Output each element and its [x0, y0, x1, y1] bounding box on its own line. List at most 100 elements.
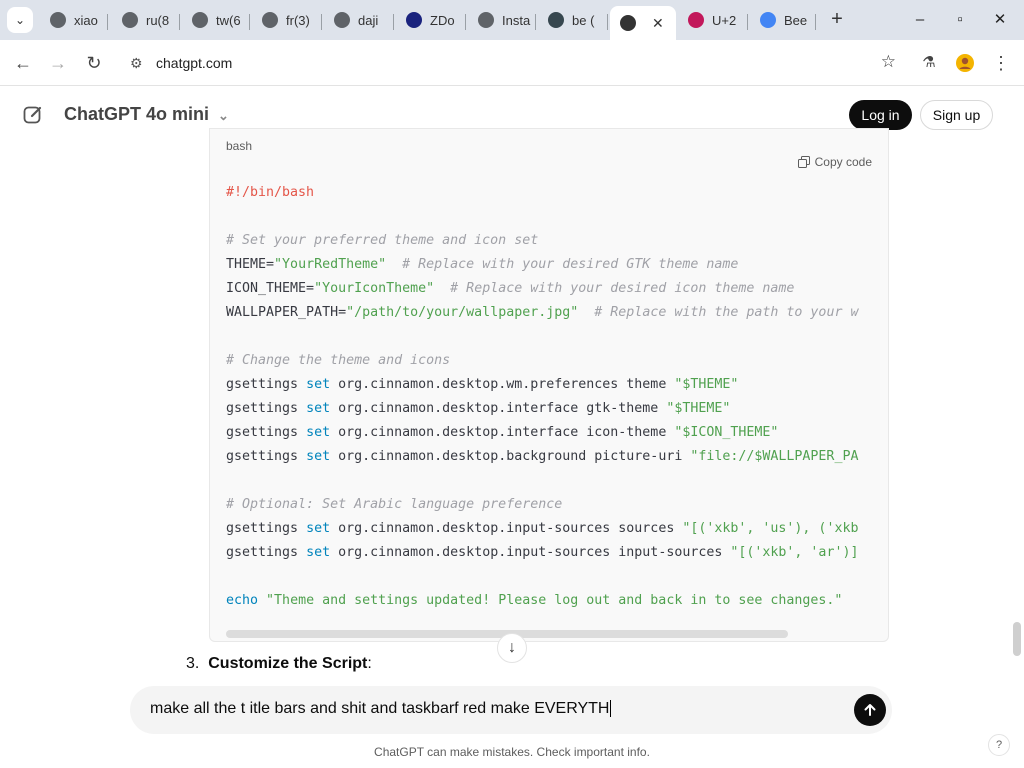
browser-tab[interactable]: be ( [538, 6, 608, 34]
browser-tab[interactable]: ✕ [610, 6, 676, 40]
browser-tab[interactable]: daji [324, 6, 394, 34]
code-line: gsettings set org.cinnamon.desktop.inter… [226, 401, 731, 416]
step-title: Customize the Script [208, 655, 368, 672]
tab-strip: ⌄ xiao ru(8 tw(6 fr(3) daji ZDo Insta be ( ✕ U+2 B… [0, 0, 1024, 40]
browser-tab[interactable]: U+2 [678, 6, 748, 34]
browser-toolbar: ← → ↻ ⚙ chatgpt.com ☆ ⚗ ⋮ [0, 40, 1024, 86]
page-vertical-scrollbar[interactable] [1013, 622, 1021, 656]
tab-label: tw(6 [216, 12, 241, 28]
step-number: 3. [186, 655, 200, 672]
code-line: gsettings set org.cinnamon.desktop.backg… [226, 449, 859, 464]
tab-separator [747, 14, 748, 30]
tab-separator [607, 14, 608, 30]
forward-button[interactable]: → [43, 48, 73, 78]
globe-icon [192, 12, 208, 28]
code-line: gsettings set org.cinnamon.desktop.input… [226, 521, 859, 536]
browser-tab[interactable]: Bee [750, 6, 816, 34]
back-button[interactable]: ← [8, 48, 38, 78]
close-tab-icon[interactable]: ✕ [652, 15, 664, 32]
tab-separator [179, 14, 180, 30]
code-line: echo "Theme and settings updated! Please… [226, 593, 843, 608]
step-heading: 3. Customize the Script: [186, 655, 372, 673]
zd-icon [406, 12, 422, 28]
site-info-icon[interactable]: ⚙ [130, 55, 148, 72]
scroll-down-button[interactable]: ↓ [497, 633, 527, 663]
bookmark-star-icon[interactable]: ☆ [881, 52, 896, 72]
browser-menu-button[interactable]: ⋮ [986, 48, 1016, 78]
tab-separator [535, 14, 536, 30]
send-button[interactable] [854, 694, 886, 726]
terminal-icon [548, 12, 564, 28]
text-cursor [610, 700, 612, 717]
tab-label: fr(3) [286, 12, 310, 28]
code-line: #!/bin/bash [226, 185, 315, 200]
code-line: # Change the theme and icons [226, 353, 451, 368]
new-tab-button[interactable]: + [826, 8, 848, 30]
tab-separator [815, 14, 816, 30]
code-line: # Set your preferred theme and icon set [226, 233, 539, 248]
copy-icon [797, 156, 810, 168]
globe-icon [334, 12, 350, 28]
close-window-button[interactable]: ✕ [988, 8, 1012, 32]
chevron-down-icon: ⌄ [218, 108, 229, 123]
model-selector[interactable]: ChatGPT 4o mini ⌄ [64, 104, 229, 125]
tab-label: U+2 [712, 12, 737, 28]
browser-tab[interactable]: ZDo [396, 6, 466, 34]
browser-tab[interactable]: xiao [40, 6, 108, 34]
browser-tab[interactable]: fr(3) [252, 6, 322, 34]
copy-code-label: Copy code [814, 155, 872, 169]
tab-separator [465, 14, 466, 30]
globe-icon [50, 12, 66, 28]
url-text: chatgpt.com [156, 55, 233, 71]
chatgpt-icon [620, 15, 636, 31]
disclaimer-text: ChatGPT can make mistakes. Check importa… [374, 745, 650, 759]
code-line: THEME="YourRedTheme" # Replace with your… [226, 257, 739, 272]
globe-icon [122, 12, 138, 28]
code-language-label: bash [226, 139, 253, 153]
grid-icon [478, 12, 494, 28]
step-suffix: : [367, 655, 372, 672]
tab-separator [107, 14, 108, 30]
new-chat-icon[interactable] [22, 104, 44, 126]
code-content: #!/bin/bash # Set your preferred theme a… [226, 181, 858, 613]
browser-tab[interactable]: Insta [468, 6, 536, 34]
code-line: ICON_THEME="YourIconTheme" # Replace wit… [226, 281, 795, 296]
tab-label: ZDo [430, 12, 455, 28]
globe-icon [262, 12, 278, 28]
help-button[interactable]: ? [988, 734, 1010, 756]
tab-label: xiao [74, 12, 98, 28]
arrow-up-icon [864, 704, 876, 716]
maximize-button[interactable]: ▫ [948, 8, 972, 32]
labs-flask-icon[interactable]: ⚗ [914, 48, 944, 78]
prompt-input-text: make all the t itle bars and shit and ta… [150, 700, 610, 717]
login-button[interactable]: Log in [849, 100, 912, 130]
code-line: gsettings set org.cinnamon.desktop.input… [226, 545, 859, 560]
browser-tab[interactable]: tw(6 [182, 6, 250, 34]
google-icon [760, 12, 776, 28]
copy-code-button[interactable]: Copy code [797, 155, 872, 169]
tab-label: ru(8 [146, 12, 170, 28]
code-line: WALLPAPER_PATH="/path/to/your/wallpaper.… [226, 305, 859, 320]
tab-separator [249, 14, 250, 30]
table-icon [688, 12, 704, 28]
browser-tab[interactable]: ru(8 [112, 6, 180, 34]
address-bar[interactable]: ⚙ chatgpt.com ☆ [118, 48, 904, 78]
profile-avatar[interactable] [950, 48, 980, 78]
tab-label: be ( [572, 12, 595, 28]
tab-label: Bee [784, 12, 808, 28]
tab-search-button[interactable]: ⌄ [7, 7, 33, 33]
code-block: bash Copy code #!/bin/bash # Set your pr… [209, 128, 889, 642]
code-line: gsettings set org.cinnamon.desktop.wm.pr… [226, 377, 739, 392]
prompt-input[interactable]: make all the t itle bars and shit and ta… [150, 700, 612, 718]
minimize-button[interactable]: – [908, 8, 932, 32]
reload-button[interactable]: ↻ [79, 48, 109, 78]
code-line: gsettings set org.cinnamon.desktop.inter… [226, 425, 779, 440]
code-line: # Optional: Set Arabic language preferen… [226, 497, 563, 512]
tab-separator [393, 14, 394, 30]
message-composer[interactable]: make all the t itle bars and shit and ta… [130, 686, 892, 734]
signup-button[interactable]: Sign up [920, 100, 993, 130]
tab-label: daji [358, 12, 379, 28]
